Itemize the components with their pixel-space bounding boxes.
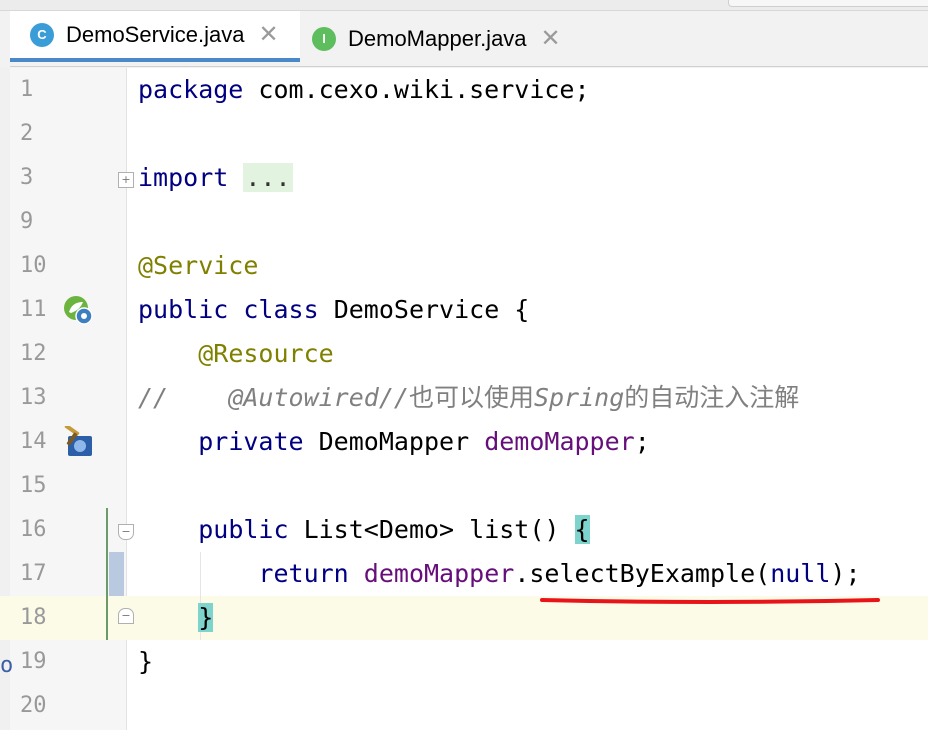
code-line-3[interactable]: import ... bbox=[138, 156, 293, 200]
keyword: package bbox=[138, 75, 244, 104]
line-number: 14 bbox=[20, 429, 47, 454]
error-underline bbox=[540, 598, 880, 604]
code-line-17[interactable]: return demoMapper.selectByExample(null); bbox=[138, 552, 861, 596]
modified-line-marker bbox=[109, 552, 124, 596]
line-number: 16 bbox=[20, 517, 47, 542]
line-number: 2 bbox=[20, 121, 34, 146]
line-number: 15 bbox=[20, 473, 47, 498]
code-line-10[interactable]: @Service bbox=[138, 244, 258, 288]
code-line-11[interactable]: public class DemoService { bbox=[138, 288, 529, 332]
code-line-13-comment[interactable]: // @Autowired//也可以使用Spring的自动注入注解 bbox=[138, 376, 799, 420]
code-line-19[interactable]: } bbox=[138, 640, 153, 684]
code-line-18[interactable]: } bbox=[138, 596, 214, 640]
tab-demomapper[interactable]: I DemoMapper.java ✕ bbox=[312, 11, 592, 66]
line-number: 18 bbox=[20, 605, 47, 630]
punctuation: ); bbox=[830, 559, 861, 588]
keyword: private bbox=[198, 427, 304, 456]
class-name: DemoService { bbox=[318, 295, 530, 324]
field-name: demoMapper bbox=[484, 427, 635, 456]
code-line-14[interactable]: private DemoMapper demoMapper; bbox=[138, 420, 650, 464]
keyword: import bbox=[138, 163, 229, 192]
collapse-fold-icon[interactable]: − bbox=[118, 524, 134, 540]
close-icon[interactable]: ✕ bbox=[541, 24, 561, 53]
keyword: return bbox=[258, 559, 349, 588]
method-signature: List<Demo> list() bbox=[288, 515, 575, 544]
type-name: DemoMapper bbox=[303, 427, 485, 456]
comment-text: Spring bbox=[533, 383, 625, 412]
keyword: class bbox=[243, 295, 319, 324]
method-call: .selectByExample( bbox=[514, 559, 771, 588]
line-number: 10 bbox=[20, 253, 47, 278]
line-number: 1 bbox=[20, 77, 34, 102]
folded-imports[interactable]: ... bbox=[243, 163, 293, 192]
keyword: public bbox=[198, 515, 289, 544]
autowired-inject-icon[interactable] bbox=[62, 426, 94, 458]
close-icon[interactable]: ✕ bbox=[259, 20, 279, 49]
punctuation: ; bbox=[634, 427, 650, 456]
spring-bean-icon[interactable] bbox=[62, 294, 94, 326]
line-number: 19 bbox=[20, 649, 47, 674]
code-line-16[interactable]: public List<Demo> list() { bbox=[138, 508, 590, 552]
line-number: 3 bbox=[20, 165, 34, 190]
keyword: public bbox=[138, 295, 229, 324]
tab-label: DemoService.java bbox=[66, 21, 245, 47]
window-tab-edge bbox=[728, 0, 928, 7]
line-number: 13 bbox=[20, 385, 47, 410]
tab-label: DemoMapper.java bbox=[348, 25, 527, 51]
code-line-12[interactable]: @Resource bbox=[138, 332, 334, 376]
editor-tabbar: C DemoService.java ✕ I DemoMapper.java ✕ bbox=[10, 11, 928, 67]
annotation: @Resource bbox=[198, 339, 334, 368]
comment-text: 的自动注入注解 bbox=[624, 383, 800, 412]
line-number: 20 bbox=[20, 693, 47, 718]
package-name: com.cexo.wiki.service; bbox=[243, 75, 590, 104]
code-line-1[interactable]: package com.cexo.wiki.service; bbox=[138, 68, 590, 112]
expand-fold-icon[interactable]: + bbox=[118, 172, 134, 188]
code-editor[interactable]: 1 2 3 9 10 11 12 13 14 15 16 17 18 19 20… bbox=[0, 68, 928, 730]
line-number: 12 bbox=[20, 341, 47, 366]
interface-icon: I bbox=[312, 26, 336, 51]
line-number: 17 bbox=[20, 561, 47, 586]
field-name: demoMapper bbox=[363, 559, 515, 588]
comment-annotation: @Autowired// bbox=[228, 383, 409, 412]
comment-text: 也可以使用 bbox=[408, 383, 534, 412]
line-number: 9 bbox=[20, 209, 34, 234]
collapse-fold-icon[interactable]: − bbox=[118, 608, 134, 624]
matched-brace: { bbox=[574, 515, 590, 544]
comment-prefix: // bbox=[138, 383, 229, 412]
line-number: 11 bbox=[20, 297, 47, 322]
keyword: null bbox=[770, 559, 831, 588]
side-panel-marker: o bbox=[0, 653, 14, 678]
vcs-change-bar bbox=[106, 508, 108, 640]
class-icon: C bbox=[30, 22, 54, 47]
tab-demoservice[interactable]: C DemoService.java ✕ bbox=[10, 11, 300, 62]
matched-brace: } bbox=[198, 603, 214, 632]
